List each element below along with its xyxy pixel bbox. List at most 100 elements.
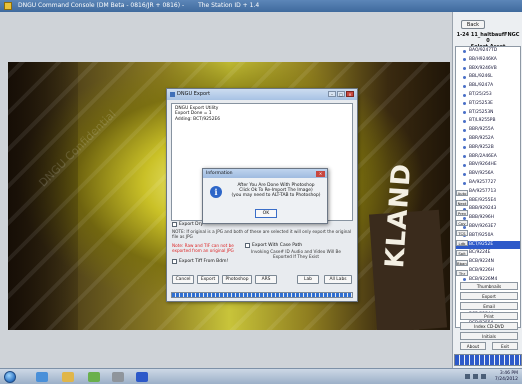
clock[interactable]: 3:46 PM 7/24/2012	[495, 371, 518, 383]
window-controls: – □ ×	[328, 91, 354, 97]
export-button[interactable]: Export	[197, 275, 219, 284]
asset-list-item[interactable]: BBR/9255A	[456, 126, 520, 135]
app-icon	[4, 2, 12, 10]
folder-icon[interactable]	[62, 372, 74, 382]
asset-bullet-icon	[463, 146, 466, 150]
export-dialog-title: DNGU Export	[177, 91, 211, 97]
export-case-path-checkbox[interactable]	[245, 243, 250, 248]
information-title: Information	[206, 171, 233, 176]
asset-label: BT/25/253	[469, 92, 492, 97]
photoshop-icon[interactable]	[136, 372, 148, 382]
asset-bullet-icon	[463, 93, 466, 97]
side-button-auto[interactable]: Auto	[456, 190, 468, 196]
asset-label: BCB/9224N	[469, 259, 494, 265]
export-dialog-titlebar[interactable]: DNGU Export – □ ×	[167, 89, 357, 100]
side-button-spit[interactable]: Spit	[456, 250, 468, 256]
export-dry-checkbox[interactable]	[172, 222, 177, 227]
initials-button[interactable]: Initials	[460, 332, 518, 340]
export-dry-label: Export Dry	[179, 222, 204, 227]
side-button-ldb[interactable]: Ldb	[456, 240, 468, 246]
app-titlebar[interactable]: DNGU Command Console (DM Beta - 0816/JR …	[0, 0, 522, 12]
asset-bullet-icon	[463, 278, 466, 282]
close-icon[interactable]: ×	[346, 91, 354, 97]
side-button-prev[interactable]: Prev	[456, 210, 468, 216]
ie-icon[interactable]	[36, 372, 48, 382]
asset-bullet-icon	[463, 58, 466, 62]
ars-button[interactable]: ARS	[255, 275, 277, 284]
export-tiff-checkbox[interactable]	[172, 259, 177, 264]
asset-list-item[interactable]: BBV/9256A	[456, 170, 520, 179]
exit-button[interactable]: Exit	[492, 342, 518, 350]
asset-bullet-icon	[463, 128, 466, 132]
flag-icon[interactable]	[481, 374, 486, 379]
media-player-icon[interactable]	[88, 372, 100, 382]
ok-button[interactable]: OK	[255, 209, 277, 218]
asset-list-item[interactable]: BBV/9264HE	[456, 161, 520, 170]
asset-label: BBV/9256A	[469, 171, 494, 177]
asset-label: BAO/9247TD	[469, 48, 498, 53]
asset-list-item[interactable]: BBX/9246VB	[456, 65, 520, 74]
export-dry-option[interactable]: Export Dry	[172, 222, 203, 227]
panel-progress-bar	[454, 354, 522, 366]
app-taskbar-icon[interactable]	[112, 372, 124, 382]
start-button[interactable]	[4, 371, 16, 383]
asset-list-item[interactable]: BT/L9255PB	[456, 117, 520, 126]
system-tray	[465, 374, 486, 379]
information-titlebar[interactable]: Information ×	[203, 169, 327, 178]
asset-list-item[interactable]: BT/25253E	[456, 100, 520, 109]
thumbnails-button[interactable]: Thumbnails	[460, 282, 518, 290]
network-icon[interactable]	[465, 374, 470, 379]
asset-label: BBT/9250A	[469, 232, 494, 238]
cancel-button[interactable]: Cancel	[172, 275, 194, 284]
asset-bullet-icon	[463, 102, 466, 106]
asset-label: BBR/2A46EA	[469, 153, 497, 159]
asset-label: BBL/9247A	[469, 83, 494, 89]
asset-label: BB/H9246KA	[469, 56, 497, 62]
asset-list-item[interactable]: BA/9257727	[456, 179, 520, 188]
asset-bullet-icon	[463, 119, 466, 123]
asset-label: BBL/9246L	[469, 74, 493, 80]
asset-label: BBV/9264HE	[469, 162, 497, 168]
asset-list-item[interactable]: BBL/9246L	[456, 73, 520, 82]
export-progress-bar	[171, 292, 353, 298]
close-icon[interactable]: ×	[316, 170, 325, 177]
asset-list-item[interactable]: BT/25/253	[456, 91, 520, 100]
export-case-path-option[interactable]: Export With Case Path	[245, 243, 302, 248]
lab-button[interactable]: Lab	[297, 275, 319, 284]
asset-bullet-icon	[463, 181, 466, 185]
side-button-thr[interactable]: Thr	[456, 270, 468, 276]
maximize-icon[interactable]: □	[337, 91, 345, 97]
asset-list-item[interactable]: BT/25253N	[456, 109, 520, 118]
back-button[interactable]: Back	[461, 20, 485, 29]
export-tiff-option[interactable]: Export Tiff From Bdm!	[172, 259, 228, 264]
asset-list-item[interactable]: BBL/9247A	[456, 82, 520, 91]
asset-bullet-icon	[463, 49, 466, 53]
volume-icon[interactable]	[473, 374, 478, 379]
asset-label: BCB/9226H	[469, 268, 494, 273]
side-button-next[interactable]: Next	[456, 200, 468, 206]
asset-list-item[interactable]: BAO/9247TD	[456, 47, 520, 56]
export-button[interactable]: Export	[460, 292, 518, 300]
asset-bullet-icon	[463, 67, 466, 71]
minimize-icon[interactable]: –	[328, 91, 336, 97]
asset-list-item[interactable]: BBR/2A46EA	[456, 153, 520, 162]
asset-list-item[interactable]: BB/H9246KA	[456, 56, 520, 65]
print-button[interactable]: Print	[460, 312, 518, 320]
asset-list-item[interactable]: BBR/9252A	[456, 135, 520, 144]
side-button-tcs[interactable]: TCS	[456, 230, 468, 236]
asset-label: BBR/9252B	[469, 144, 494, 150]
asset-list-item[interactable]: BBR/9252B	[456, 144, 520, 153]
asset-label: BBV/9263E7	[469, 224, 497, 229]
photoshop-button[interactable]: Photoshop	[222, 275, 252, 284]
side-button-cpy[interactable]: Cpy	[456, 220, 468, 226]
email-button[interactable]: Email	[460, 302, 518, 310]
information-dialog: Information × i After You Are Done With …	[202, 168, 328, 224]
asset-bullet-icon	[463, 225, 466, 229]
about-button[interactable]: About	[460, 342, 486, 350]
all-labs-button[interactable]: All Labs	[324, 275, 352, 284]
index-cd-dvd-button[interactable]: Index CD-DVD	[460, 322, 518, 330]
side-button-bbang[interactable]: Bbang	[456, 260, 468, 266]
asset-label: BBX/9246VB	[469, 65, 497, 71]
raw-tif-warning: Note: Raw and TIF can not be exported fr…	[172, 243, 234, 253]
asset-label: BBB/9296H	[469, 215, 494, 221]
